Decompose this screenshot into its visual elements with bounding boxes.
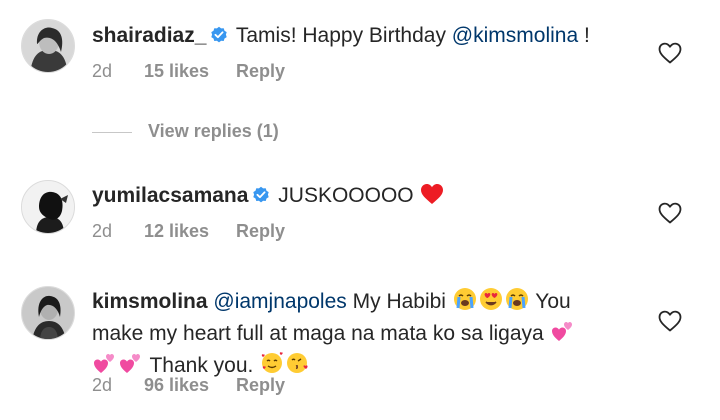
heart-eyes-emoji <box>479 287 503 319</box>
likes-count[interactable]: 15 likes <box>144 60 236 82</box>
reply-button[interactable]: Reply <box>236 220 285 242</box>
reply-button[interactable]: Reply <box>236 374 285 396</box>
heart-outline-icon <box>658 310 682 332</box>
red-heart-emoji <box>420 183 444 213</box>
avatar[interactable] <box>21 180 75 234</box>
comment-username[interactable]: shairadiaz_ <box>92 24 206 47</box>
comment-meta: 2d 12 likes Reply <box>92 220 285 242</box>
mention-link[interactable]: @kimsmolina <box>452 24 578 47</box>
view-replies-label: View replies (1) <box>148 121 279 141</box>
comment-meta: 2d 96 likes Reply <box>92 374 285 396</box>
avatar-photo-icon <box>22 20 74 72</box>
heart-outline-icon <box>658 202 682 224</box>
face-blowing-kiss-emoji <box>286 351 310 383</box>
two-hearts-emoji <box>551 319 575 351</box>
comment-text: yumilacsamana JUSKOOOOO <box>92 181 612 213</box>
comment-time: 2d <box>92 375 113 395</box>
comment-text: shairadiaz_ Tamis! Happy Birthday @kimsm… <box>92 21 612 52</box>
likes-count[interactable]: 96 likes <box>144 374 236 396</box>
comment-message: Tamis! Happy Birthday <box>235 24 452 47</box>
comment-time: 2d <box>92 61 113 81</box>
comment-message-end: ! <box>578 24 590 47</box>
loudly-crying-face-emoji <box>453 287 477 319</box>
comment-message-part1: My Habibi <box>346 290 452 313</box>
verified-badge-icon <box>252 183 270 212</box>
avatar-photo-icon <box>22 287 74 339</box>
comment-time: 2d <box>92 221 113 241</box>
replies-divider <box>92 131 132 133</box>
avatar[interactable] <box>21 286 75 340</box>
comment-text: kimsmolina @iamjnapoles My Habibi You ma… <box>92 287 612 383</box>
view-replies-button[interactable]: View replies (1) <box>92 119 279 143</box>
comment-username[interactable]: kimsmolina <box>92 290 208 313</box>
like-button[interactable] <box>658 42 684 66</box>
comment-message: JUSKOOOOO <box>278 184 420 207</box>
like-button[interactable] <box>658 202 684 226</box>
avatar[interactable] <box>21 19 75 73</box>
reply-button[interactable]: Reply <box>236 60 285 82</box>
verified-badge-icon <box>210 23 228 52</box>
comment-username[interactable]: yumilacsamana <box>92 184 248 207</box>
avatar-photo-icon <box>22 181 74 233</box>
heart-outline-icon <box>658 42 682 64</box>
likes-count[interactable]: 12 likes <box>144 220 236 242</box>
like-button[interactable] <box>658 310 684 334</box>
comment-meta: 2d 15 likes Reply <box>92 60 285 82</box>
loudly-crying-face-emoji <box>505 287 529 319</box>
mention-link[interactable]: @iamjnapoles <box>213 290 346 313</box>
